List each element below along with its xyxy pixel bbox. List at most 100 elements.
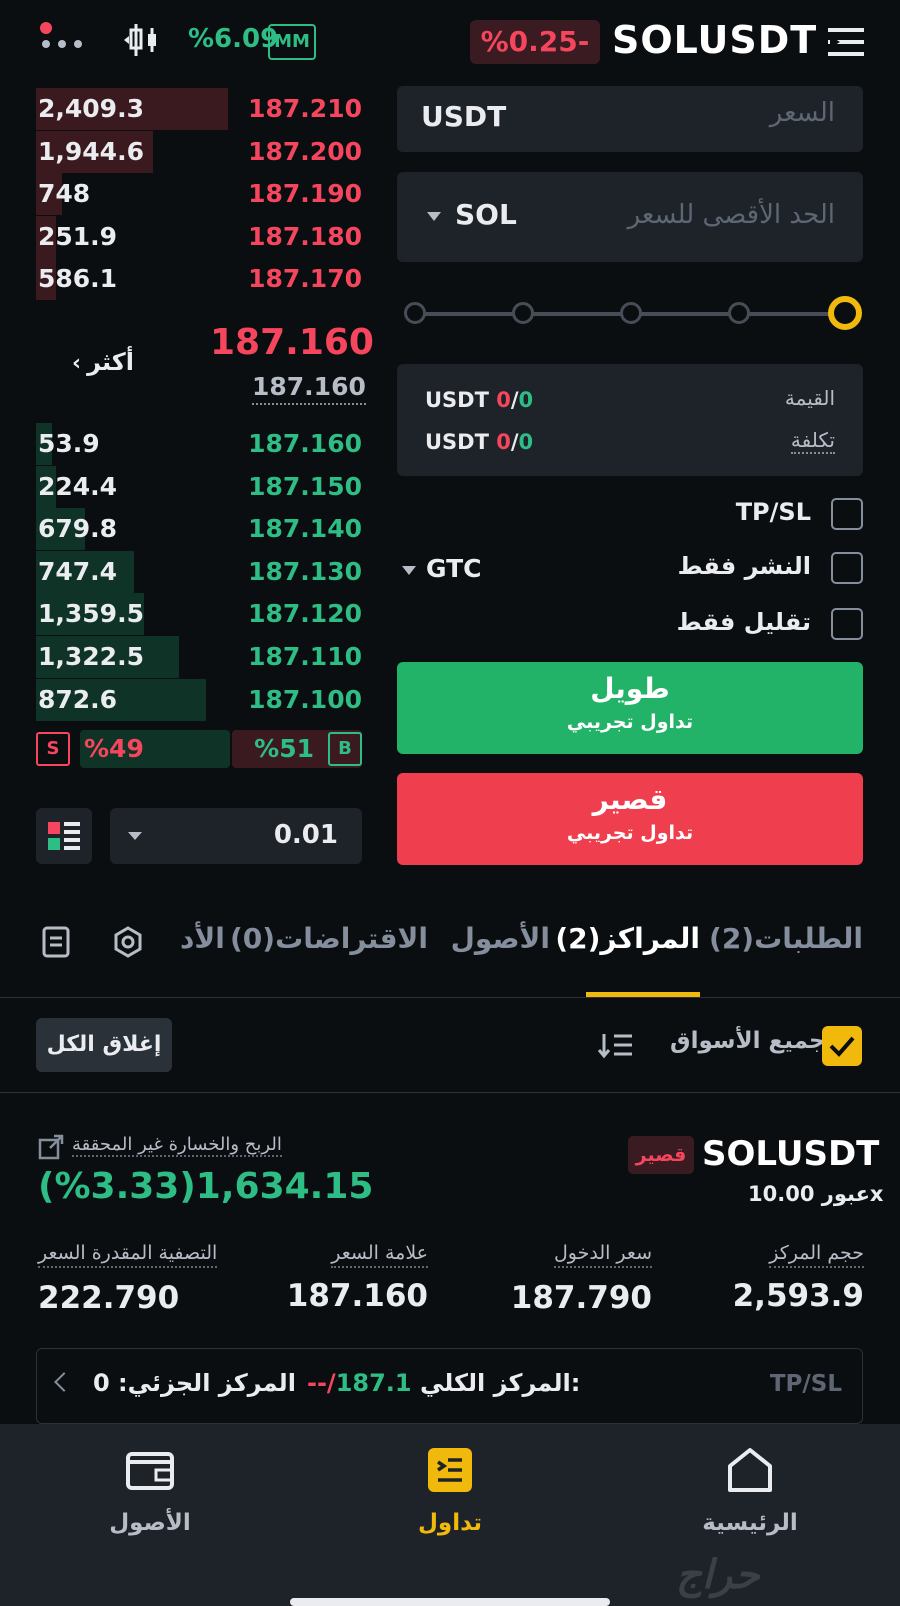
tab-orders[interactable]: الطلبات(2) [709, 922, 863, 955]
home-icon [728, 1448, 772, 1492]
tpsl-row[interactable]: TP/SL --/187.1 المركز الكلي: المركز الجز… [36, 1348, 863, 1424]
order-quantity: 872.6 [38, 684, 118, 714]
wallet-icon [126, 1452, 174, 1490]
all-markets-label: جميع الأسواق [670, 1028, 826, 1054]
history-document-icon[interactable] [40, 926, 72, 958]
top-bar: %6.09 MM %0.25- SOLUSDT [0, 0, 900, 85]
bid-row[interactable]: 1,322.5 187.110 [36, 636, 362, 678]
order-price: 187.120 [248, 599, 362, 629]
order-price: 187.130 [248, 556, 362, 586]
tpsl-checkbox[interactable] [831, 498, 863, 530]
value-amount: USDT 0/0 [425, 388, 534, 412]
all-markets-checkbox[interactable] [822, 1026, 862, 1066]
position-leverage: عبور 10.00x [748, 1182, 884, 1206]
order-price: 187.150 [248, 471, 362, 501]
order-quantity: 251.9 [38, 221, 118, 251]
sort-icon[interactable] [598, 1030, 634, 1060]
price-change-badge: %0.25- [470, 20, 600, 64]
tab-more[interactable]: الأد [180, 922, 225, 955]
last-price: 187.160 [210, 322, 374, 363]
long-button[interactable]: طويل تداول تجريبي [397, 662, 863, 754]
order-price: 187.190 [248, 179, 362, 209]
chevron-left-icon [54, 1372, 74, 1392]
order-price: 187.100 [248, 684, 362, 714]
chevron-down-icon [128, 832, 142, 840]
bid-row[interactable]: 1,359.5 187.120 [36, 593, 362, 636]
bottom-nav: الرئيسية تداول الأصول [0, 1424, 900, 1606]
candlestick-chart-icon[interactable] [122, 22, 162, 58]
order-price: 187.140 [248, 514, 362, 544]
ask-row[interactable]: 251.9 187.180 [36, 215, 362, 258]
tick-size-select[interactable]: 0.01 [110, 808, 362, 864]
symbol-title[interactable]: SOLUSDT [612, 18, 817, 62]
ask-row[interactable]: 1,944.6 187.200 [36, 130, 362, 173]
tab-underline [586, 992, 700, 997]
slider-node[interactable] [728, 302, 750, 324]
order-quantity: 679.8 [38, 514, 118, 544]
reduce-only-checkbox[interactable] [831, 608, 863, 640]
position-symbol[interactable]: SOLUSDT [702, 1134, 879, 1174]
buy-sell-ratio: S %49 %51 B [36, 730, 362, 768]
short-button[interactable]: قصير تداول تجريبي [397, 773, 863, 865]
home-indicator [290, 1598, 610, 1606]
bid-row[interactable]: 679.8 187.140 [36, 508, 362, 551]
mark-price[interactable]: 187.160 [252, 372, 366, 405]
order-quantity: 748 [38, 179, 91, 209]
post-only-checkbox[interactable] [831, 552, 863, 584]
ask-row[interactable]: 2,409.3 187.210 [36, 88, 362, 130]
entry-value: 187.790 [510, 1280, 652, 1316]
slider-handle[interactable] [828, 296, 862, 330]
ask-row[interactable]: 748 187.190 [36, 173, 362, 216]
more-options-icon[interactable] [40, 22, 90, 52]
buy-badge: B [328, 732, 362, 766]
sell-percent: %49 [84, 734, 144, 763]
order-quantity: 53.9 [38, 429, 100, 458]
slider-node[interactable] [404, 302, 426, 324]
change-percent: %6.09 [188, 24, 279, 54]
bid-row[interactable]: 872.6 187.100 [36, 678, 362, 721]
ask-row[interactable]: 586.1 187.170 [36, 258, 362, 301]
positions-tabs: الطلبات(2) المراكز(2) الأصول الاقتراضات(… [0, 900, 900, 998]
sell-badge: S [36, 732, 70, 766]
more-link[interactable]: ‹ أكثر [72, 348, 134, 376]
liq-label: التصفية المقدرة السعر [38, 1242, 218, 1268]
nav-home[interactable]: الرئيسية [650, 1444, 850, 1536]
nav-trade[interactable]: تداول [350, 1444, 550, 1536]
order-price: 187.170 [248, 264, 362, 294]
upnl-value: (%3.33)1,634.15 [38, 1166, 374, 1207]
bid-row[interactable]: 747.4 187.130 [36, 550, 362, 593]
bid-row[interactable]: 224.4 187.150 [36, 465, 362, 508]
tpsl-checkbox-row[interactable]: TP/SL [397, 494, 863, 534]
reduce-only-row[interactable]: تقليل فقط [397, 604, 863, 644]
entry-label: سعر الدخول [553, 1242, 652, 1268]
bid-row[interactable]: 53.9 187.160 [36, 423, 362, 465]
tab-positions[interactable]: المراكز(2) [555, 922, 700, 955]
share-icon[interactable] [38, 1134, 64, 1160]
tab-borrowings[interactable]: الاقتراضات(0) [230, 922, 428, 955]
menu-icon[interactable] [828, 26, 864, 58]
price-input[interactable]: USDT السعر [397, 86, 863, 152]
cost-amount: USDT 0/0 [425, 430, 534, 454]
order-price: 187.200 [248, 136, 362, 166]
tab-assets[interactable]: الأصول [451, 922, 550, 955]
order-price: 187.160 [248, 429, 362, 458]
mm-badge[interactable]: MM [268, 24, 316, 60]
max-price-input[interactable]: SOL الحد الأقصى للسعر [397, 172, 863, 262]
time-in-force-select[interactable]: GTC [402, 554, 481, 583]
close-all-button[interactable]: إغلاق الكل [36, 1018, 172, 1072]
partial-position: المركز الجزئي: 0 [93, 1369, 296, 1397]
slider-node[interactable] [620, 302, 642, 324]
nav-assets[interactable]: الأصول [50, 1444, 250, 1536]
order-quantity: 1,944.6 [38, 136, 144, 166]
upnl-label: الربح والخسارة غير المحققة [72, 1134, 282, 1157]
order-price: 187.180 [248, 221, 362, 251]
chevron-down-icon [427, 211, 441, 221]
order-quantity: 1,322.5 [38, 642, 144, 671]
order-price: 187.210 [248, 94, 362, 123]
divider [0, 1092, 900, 1093]
size-value: 2,593.9 [732, 1278, 864, 1314]
order-summary: القيمة تكلفة USDT 0/0 USDT 0/0 [397, 364, 863, 476]
orderbook-layout-icon[interactable] [36, 808, 92, 864]
slider-node[interactable] [512, 302, 534, 324]
settings-hexagon-icon[interactable] [112, 926, 144, 958]
